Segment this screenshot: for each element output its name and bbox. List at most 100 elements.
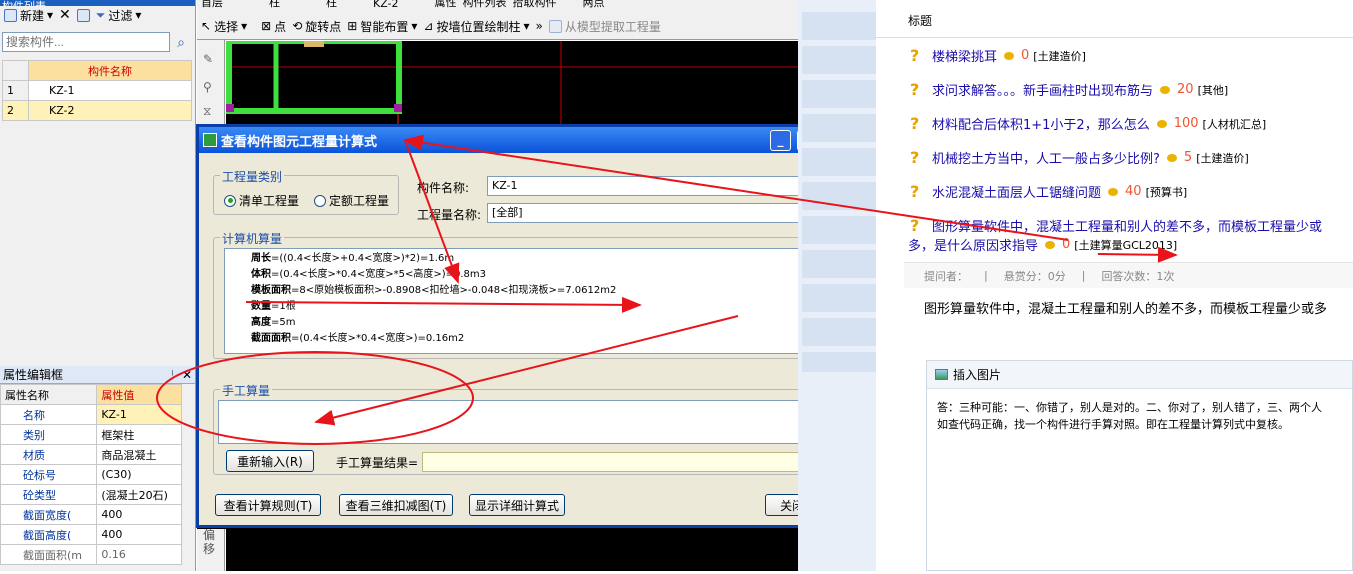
view-rules-button[interactable]: 查看计算规则(T) xyxy=(215,494,321,516)
extract-qty-tool[interactable]: 从模型提取工程量 xyxy=(548,18,661,35)
extract-icon xyxy=(548,19,562,33)
reenter-button[interactable]: 重新输入(R) xyxy=(226,450,314,472)
question-item[interactable]: ? 图形算量软件中，混凝土工程量和别人的差不多，而模板工程量少或 xyxy=(910,216,1353,235)
insert-image-button[interactable]: 插入图片 xyxy=(953,366,1001,383)
delete-icon[interactable]: ✕ xyxy=(59,7,71,23)
question-item-cont[interactable]: 多，是什么原因求指导 0 [土建算量GCL2013] xyxy=(908,235,1177,254)
property-row[interactable]: 类别 框架柱 xyxy=(0,424,182,445)
view-3d-button[interactable]: 查看三维扣减图(T) xyxy=(339,494,453,516)
show-detail-button[interactable]: 显示详细计算式 xyxy=(469,494,565,516)
component-list-panel: 构件列表 新建▾ ✕ ⏷过滤▾ ⌕ 构件名称 1KZ-1 2KZ-2 xyxy=(0,0,196,366)
question-item[interactable]: ? 机械挖土方当中，人工一般占多少比例? 5 [土建造价] xyxy=(910,148,1249,167)
cursor-icon: ↖ xyxy=(201,19,212,33)
new-button[interactable]: 新建 ▾ xyxy=(4,7,53,24)
toolbar-more[interactable]: » xyxy=(535,19,542,33)
table-row[interactable]: 1 KZ-1 xyxy=(2,80,192,101)
question-item[interactable]: ? 水泥混凝土面层人工锯缝问题 40 [预算书] xyxy=(910,182,1187,201)
question-icon: ? xyxy=(910,80,920,99)
coin-icon xyxy=(1004,51,1015,60)
filter-button[interactable]: ⏷ 过滤 ▾ xyxy=(96,7,142,24)
pen-icon[interactable]: ✎ xyxy=(203,52,213,66)
property-row[interactable]: 砼类型 (混凝土20石) xyxy=(0,484,182,505)
question-icon: ? xyxy=(910,216,920,235)
calc-line: 模板面积=8<原始模板面积>-0.8908<扣砼墙>-0.048<扣现浇板>=7… xyxy=(251,285,617,296)
property-panel: 属性编辑框 ᛌ ✕ 属性名称 属性值 名称 KZ-1 类别 框架柱 材质 商品混凝土 砼… xyxy=(0,366,196,571)
cad-toolbar-row2: ↖ 选择 ▾ ⊠ 点 ⟲ 旋转点 ⊞ 智能布置 ▾ ⊿ 按墙位置绘制柱 ▾ » 从模型提取工程量 xyxy=(197,12,798,40)
rotate-point-tool[interactable]: ⟲ 旋转点 xyxy=(292,18,341,35)
app-icon xyxy=(203,133,217,147)
point-tool[interactable]: ⊠ 点 xyxy=(261,18,286,35)
component-name-label: 构件名称: xyxy=(417,181,470,195)
calc-line: 数量=1根 xyxy=(251,301,296,312)
calc-line: 高度=5m xyxy=(251,317,296,328)
qa-header: 标题 xyxy=(876,10,1353,38)
mirror-icon[interactable]: ⧖ xyxy=(203,104,211,119)
smart-icon: ⊞ xyxy=(347,19,358,33)
calc-line: 体积=(0.4<长度>*0.4<宽度>*5<高度>)=0.8m3 xyxy=(251,269,487,280)
radio-quota-qty[interactable]: 定额工程量 xyxy=(314,192,389,209)
answer-box: 插入图片 答：三种可能：一、你错了，别人是对的。二、你对了，别人错了，三、两个人… xyxy=(926,360,1353,571)
minimize-button[interactable]: _ xyxy=(770,129,791,151)
answer-text[interactable]: 答：三种可能：一、你错了，别人是对的。二、你对了，别人错了，三、两个人 如查代码… xyxy=(927,389,1352,443)
wall-column-tool[interactable]: ⊿ 按墙位置绘制柱 ▾ xyxy=(423,18,529,35)
property-row[interactable]: 名称 KZ-1 xyxy=(0,404,182,425)
filter-label: 过滤 xyxy=(108,8,133,23)
manual-result-label: 手工算量结果= xyxy=(336,456,419,470)
property-row[interactable]: 砼标号 (C30) xyxy=(0,464,182,485)
question-icon: ? xyxy=(910,182,920,201)
answer-toolbar: 插入图片 xyxy=(927,361,1352,389)
coin-icon xyxy=(1166,153,1177,162)
close-icon[interactable]: ✕ xyxy=(182,368,192,382)
select-tool[interactable]: ↖ 选择 ▾ xyxy=(201,18,247,35)
cad-toolbar-row1: 首层 柱 柱 KZ-2 属性 构件列表 拾取构件 两点 xyxy=(201,0,605,10)
coin-icon xyxy=(1108,187,1119,196)
component-name-select[interactable]: KZ-1▼ xyxy=(487,176,839,196)
question-text: 图形算量软件中，混凝土工程量和别人的差不多，而模板工程量少或多 xyxy=(924,302,1328,317)
radio-checked-icon xyxy=(224,194,236,207)
dialog-title: 查看构件图元工程量计算式 xyxy=(221,134,378,150)
coin-icon xyxy=(1045,240,1056,249)
new-icon xyxy=(4,8,17,22)
copy-icon[interactable] xyxy=(76,8,90,22)
manual-calc-input[interactable] xyxy=(218,400,830,444)
property-row[interactable]: 截面高度(400 xyxy=(0,524,182,545)
component-search-input[interactable] xyxy=(2,32,170,52)
property-row[interactable]: 截面宽度(400 xyxy=(0,504,182,525)
question-item[interactable]: ? 求问求解答。。。新手画柱时出现布筋与 20 [其他] xyxy=(910,80,1228,99)
table-row[interactable]: 2 KZ-2 xyxy=(2,100,192,121)
property-panel-title: 属性编辑框 xyxy=(3,368,64,382)
wall-icon: ⊿ xyxy=(423,19,434,33)
search-icon[interactable]: ⌕ xyxy=(170,32,192,54)
image-icon[interactable] xyxy=(935,369,948,380)
property-row[interactable]: 截面面积(m 0.16 xyxy=(0,544,182,565)
point-icon: ⊠ xyxy=(261,19,272,33)
offset-label[interactable]: 偏移 xyxy=(203,528,217,556)
property-row[interactable]: 材质 商品混凝土 xyxy=(0,444,182,465)
radio-unchecked-icon xyxy=(314,194,326,207)
question-meta: 提问者： | 悬赏分：0分 | 回答次数：1次 xyxy=(904,262,1353,288)
manual-result-field[interactable] xyxy=(422,452,828,472)
calc-line: 周长=((0.4<长度>+0.4<宽度>)*2)=1.6m xyxy=(251,253,455,264)
component-toolbar: 新建 ▾ ✕ ⏷ 过滤 ▾ xyxy=(0,4,195,26)
component-table: 构件名称 1 KZ-1 2 KZ-2 xyxy=(2,60,192,121)
qa-header-title: 标题 xyxy=(908,14,933,28)
new-label: 新建 xyxy=(20,8,45,23)
category-group: 工程量类别 清单工程量 定额工程量 xyxy=(213,168,399,215)
calc-text-area[interactable]: 周长=((0.4<长度>+0.4<宽度>)*2)=1.6m 体积=(0.4<长度… xyxy=(224,248,828,354)
question-item[interactable]: ? 楼梯梁挑耳 0 [土建造价] xyxy=(910,46,1086,65)
question-icon: ? xyxy=(910,114,920,133)
pin-icon[interactable]: ᛌ xyxy=(169,368,176,382)
node-icon[interactable]: ⚲ xyxy=(203,80,212,94)
manual-calc-group: 手工算量 重新输入(R) 手工算量结果= xyxy=(213,382,835,475)
coin-icon xyxy=(1156,119,1167,128)
smart-layout-tool[interactable]: ⊞ 智能布置 ▾ xyxy=(347,18,417,35)
question-item[interactable]: ? 材料配合后体积1+1小于2，那么怎么 100 [人材机汇总] xyxy=(910,114,1266,133)
question-icon: ? xyxy=(910,46,920,65)
radio-bill-qty[interactable]: 清单工程量 xyxy=(224,192,299,209)
coin-icon xyxy=(1160,85,1171,94)
col-component-name: 构件名称 xyxy=(28,60,192,81)
calc-line: 截面面积=(0.4<长度>*0.4<宽度>)=0.16m2 xyxy=(251,333,465,344)
quantity-formula-dialog: 查看构件图元工程量计算式 _ □ ✕ 工程量类别 清单工程量 定额工程量 构件名… xyxy=(196,124,850,528)
cad-toolbar: 首层 柱 柱 KZ-2 属性 构件列表 拾取构件 两点 ↖ 选择 ▾ ⊠ 点 ⟲ 旋转点… xyxy=(197,0,798,40)
qty-name-select[interactable]: [全部]▼ xyxy=(487,203,839,223)
